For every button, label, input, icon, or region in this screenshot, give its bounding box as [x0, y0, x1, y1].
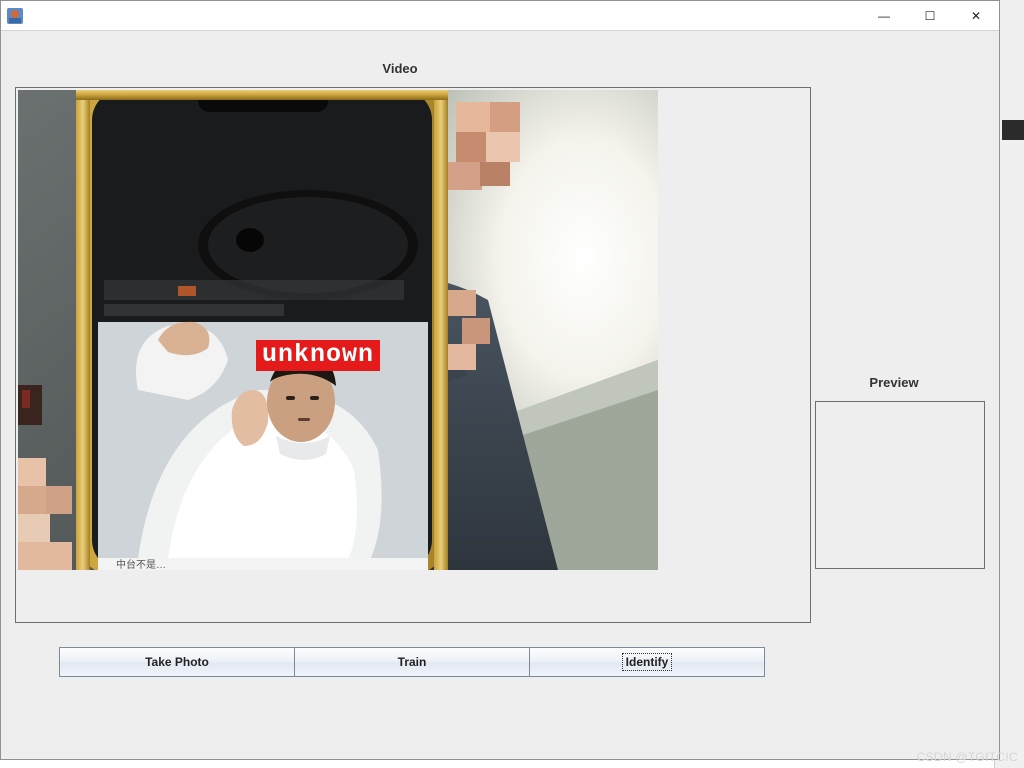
video-feed: 中台不是… unknown — [18, 90, 658, 570]
java-cup-icon — [7, 8, 23, 24]
preview-panel — [815, 401, 985, 569]
video-panel: 中台不是… unknown — [15, 87, 811, 623]
face-label-overlay: unknown — [256, 340, 380, 371]
window-controls: — ☐ ✕ — [861, 1, 999, 30]
preview-label: Preview — [819, 375, 969, 390]
train-button[interactable]: Train — [294, 647, 530, 677]
svg-text:中台不是…: 中台不是… — [116, 558, 166, 570]
minimize-button[interactable]: — — [861, 1, 907, 31]
background-accent — [1002, 120, 1024, 140]
window-content: Video — [1, 31, 999, 759]
titlebar[interactable]: — ☐ ✕ — [1, 1, 999, 31]
take-photo-label: Take Photo — [142, 654, 212, 670]
maximize-icon: ☐ — [925, 9, 936, 23]
titlebar-left — [7, 8, 29, 24]
close-button[interactable]: ✕ — [953, 1, 999, 31]
video-label: Video — [1, 61, 799, 76]
identify-label: Identify — [623, 654, 672, 670]
app-window: — ☐ ✕ Video — [0, 0, 1000, 760]
button-row: Take Photo Train Identify — [59, 647, 764, 677]
maximize-button[interactable]: ☐ — [907, 1, 953, 31]
close-icon: ✕ — [971, 9, 981, 23]
train-label: Train — [395, 654, 430, 670]
take-photo-button[interactable]: Take Photo — [59, 647, 295, 677]
identify-button[interactable]: Identify — [529, 647, 765, 677]
video-image: 中台不是… — [18, 90, 658, 570]
minimize-icon: — — [878, 9, 890, 23]
